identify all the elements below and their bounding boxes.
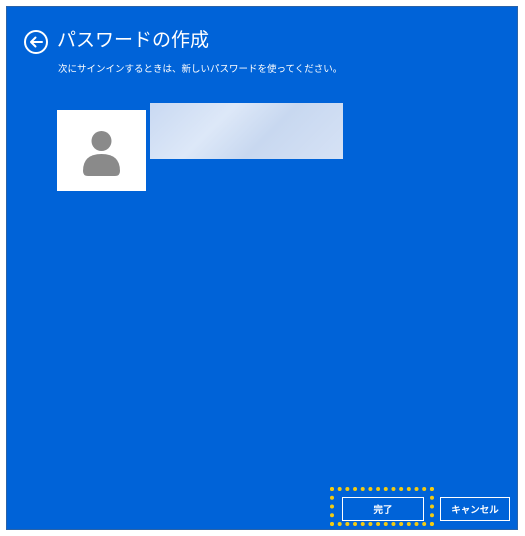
user-icon — [83, 131, 120, 176]
back-button[interactable] — [23, 29, 49, 55]
dialog-panel: パスワードの作成 次にサインインするときは、新しいパスワードを使ってください。 … — [6, 6, 518, 530]
avatar — [57, 110, 146, 191]
cancel-button-label: キャンセル — [451, 505, 499, 516]
done-button[interactable]: 完了 — [342, 497, 424, 521]
done-button-label: 完了 — [373, 505, 393, 516]
account-name-redacted — [150, 103, 343, 159]
back-arrow-icon — [24, 30, 48, 54]
page-subtitle: 次にサインインするときは、新しいパスワードを使ってください。 — [58, 64, 343, 75]
cancel-button[interactable]: キャンセル — [440, 497, 510, 521]
page-title: パスワードの作成 — [57, 29, 210, 51]
